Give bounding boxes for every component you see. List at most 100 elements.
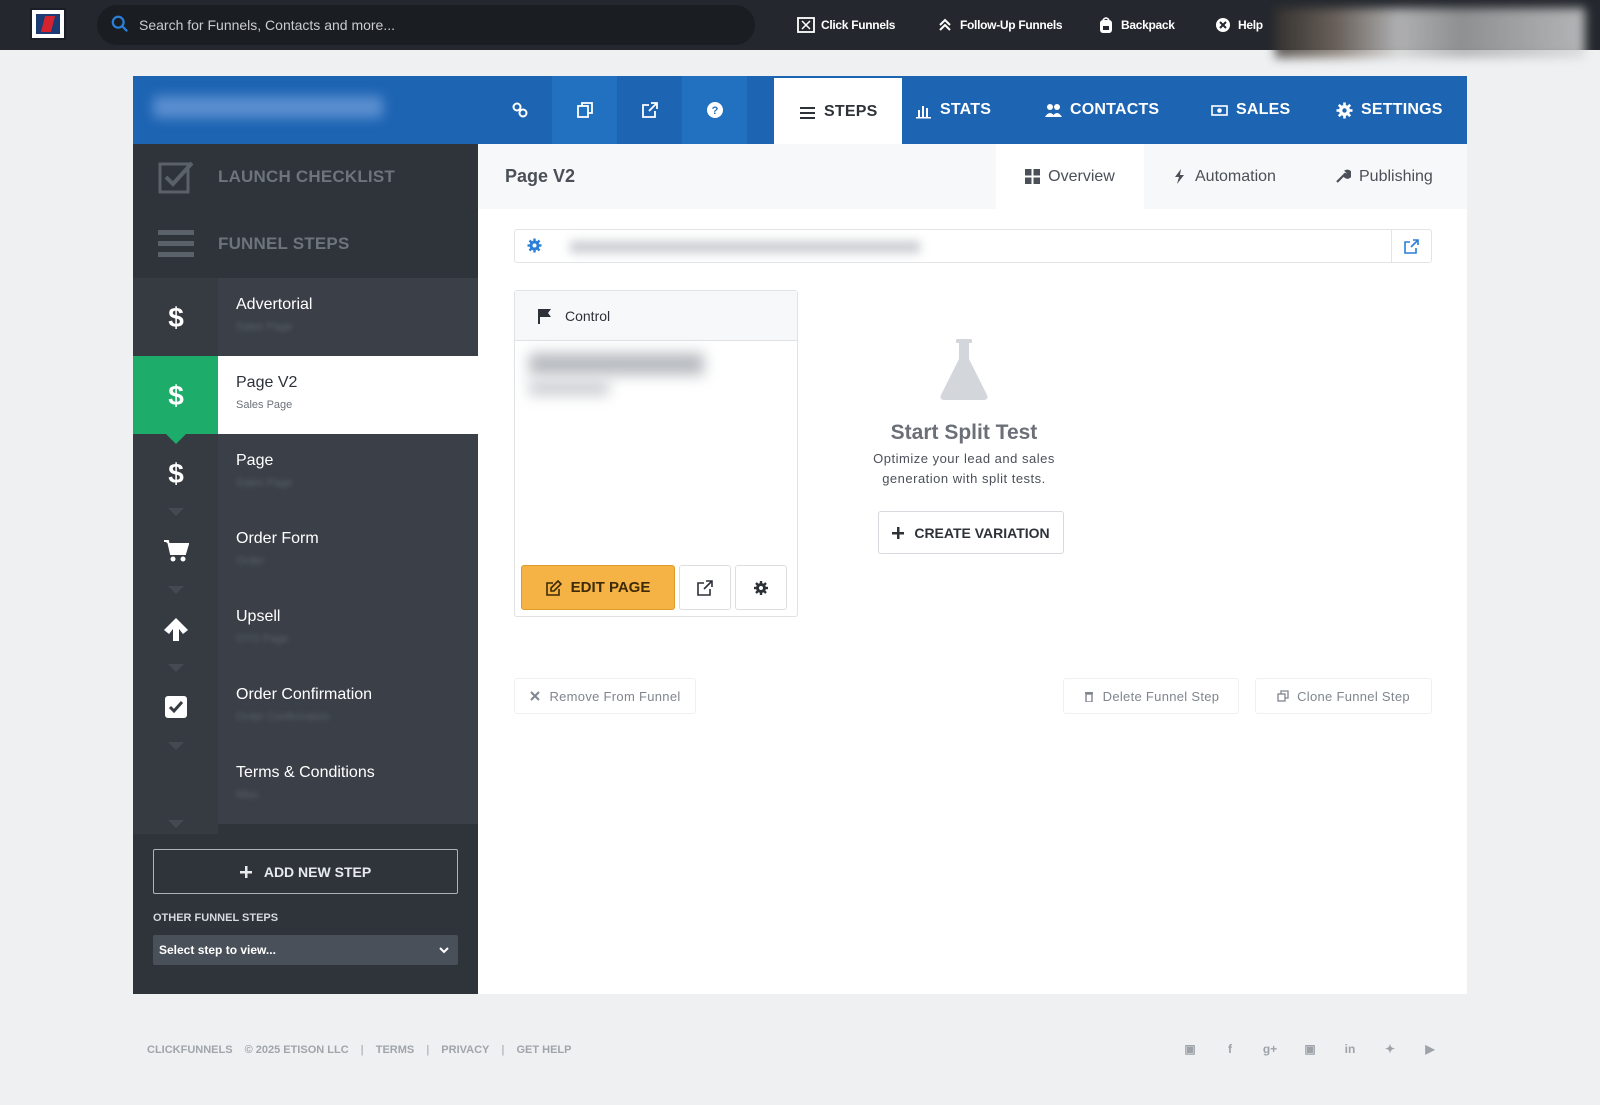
step-terms-conditions[interactable]: Terms & Conditions Misc [133, 746, 478, 824]
funnel-tools: ? [487, 76, 773, 144]
delete-funnel-step-button[interactable]: Delete Funnel Step [1063, 678, 1239, 714]
open-funnel-button[interactable] [617, 76, 682, 144]
user-profile[interactable] [1275, 8, 1585, 58]
create-variation-button[interactable]: CREATE VARIATION [878, 511, 1064, 554]
double-chevron-up-icon [939, 18, 951, 31]
tab-settings[interactable]: SETTINGS [1336, 76, 1443, 144]
top-bar: Search for Funnels, Contacts and more...… [0, 0, 1600, 58]
chevron-down-icon [439, 947, 449, 954]
other-funnel-steps-label: OTHER FUNNEL STEPS [153, 912, 279, 924]
footer-link-help[interactable]: GET HELP [516, 1044, 571, 1056]
arrow-up-icon [163, 618, 188, 641]
tab-steps[interactable]: STEPS [774, 78, 903, 146]
funnel-header: ? STEPS STATS CONTACTS SALES SETTINGS [133, 76, 1467, 146]
add-new-step-button[interactable]: ADD NEW STEP [153, 849, 458, 894]
tab-stats[interactable]: STATS [915, 76, 991, 144]
step-order-confirmation[interactable]: Order Confirmation Order Confirmation [133, 668, 478, 746]
open-url-button[interactable] [1391, 230, 1431, 262]
preview-page-button[interactable] [679, 565, 731, 610]
close-icon [530, 691, 541, 701]
footer-brand: CLICKFUNNELS [147, 1044, 233, 1056]
bar-chart-icon [916, 105, 931, 118]
control-variation-card: Control EDIT PAGE [514, 290, 798, 617]
copy-icon [576, 102, 593, 118]
tab-publishing[interactable]: Publishing [1336, 144, 1433, 209]
clone-funnel-step-button[interactable]: Clone Funnel Step [1255, 678, 1432, 714]
copy-icon [1277, 690, 1289, 702]
clickfunnels-icon [797, 17, 815, 33]
footer-link-privacy[interactable]: PRIVACY [441, 1044, 489, 1056]
gear-icon[interactable] [527, 238, 542, 253]
linkedin-icon[interactable]: in [1342, 1041, 1358, 1057]
tab-automation[interactable]: Automation [1172, 144, 1276, 209]
page-url-bar[interactable] [514, 229, 1432, 263]
rss-icon[interactable]: ▣ [1182, 1041, 1198, 1057]
users-icon [1045, 103, 1062, 117]
link-button[interactable] [487, 76, 552, 144]
list-icon [800, 106, 815, 119]
sidebar: LAUNCH CHECKLIST FUNNEL STEPS $ Advertor… [133, 144, 478, 994]
svg-text:$: $ [168, 302, 184, 333]
clickfunnels-logo[interactable] [30, 8, 66, 40]
launch-checklist[interactable]: LAUNCH CHECKLIST [133, 144, 478, 210]
page-preview-thumbnail[interactable] [529, 353, 704, 375]
split-test-panel: Start Split Test Optimize your lead and … [834, 339, 1094, 489]
step-advertorial[interactable]: $ Advertorial Sales Page [133, 278, 478, 356]
external-link-icon [697, 579, 713, 596]
youtube-icon[interactable]: ▶ [1422, 1041, 1438, 1057]
tab-contacts[interactable]: CONTACTS [1045, 76, 1159, 144]
bolt-icon [1175, 169, 1184, 184]
other-steps-select[interactable]: Select step to view... [153, 935, 458, 965]
footer-copyright: © 2025 ETISON LLC [244, 1044, 349, 1056]
step-page[interactable]: $ Page Sales Page [133, 434, 478, 512]
tab-sales[interactable]: SALES [1211, 76, 1290, 144]
nav-click-funnels[interactable]: Click Funnels [797, 16, 895, 34]
step-connector [168, 508, 184, 518]
dollar-icon: $ [168, 302, 184, 333]
footer-link-terms[interactable]: TERMS [376, 1044, 415, 1056]
main-panel: Page V2 Overview Automation Publishing C… [478, 144, 1467, 994]
funnel-help-button[interactable]: ? [682, 76, 747, 144]
step-connector [168, 742, 184, 752]
funnel-name[interactable] [153, 96, 383, 118]
dollar-icon: $ [168, 458, 184, 489]
google-plus-icon[interactable]: g+ [1262, 1041, 1278, 1057]
plus-icon [892, 526, 905, 539]
external-link-icon [641, 102, 658, 118]
checklist-icon [158, 161, 193, 194]
nav-backpack[interactable]: Backpack [1097, 16, 1175, 34]
facebook-icon[interactable]: f [1222, 1041, 1238, 1057]
step-upsell[interactable]: Upsell OTO Page [133, 590, 478, 668]
gear-icon [754, 580, 768, 595]
step-page-v2[interactable]: $ Page V2 Sales Page [133, 356, 478, 444]
step-subheader: Page V2 Overview Automation Publishing [478, 144, 1467, 209]
copy-button[interactable] [552, 76, 617, 144]
flask-icon [940, 339, 988, 400]
gear-icon [1336, 102, 1353, 118]
search-input[interactable]: Search for Funnels, Contacts and more... [139, 17, 395, 33]
wrench-icon [1336, 169, 1351, 183]
nav-follow-up-funnels[interactable]: Follow-Up Funnels [936, 16, 1063, 34]
help-icon [1216, 18, 1230, 32]
cart-icon [163, 540, 189, 562]
tab-overview[interactable]: Overview [996, 144, 1144, 209]
twitter-icon[interactable]: ✦ [1382, 1041, 1398, 1057]
instagram-icon[interactable]: ▣ [1302, 1041, 1318, 1057]
external-link-icon [1404, 238, 1419, 254]
global-search[interactable]: Search for Funnels, Contacts and more... [97, 5, 755, 45]
page-preview-thumbnail[interactable] [529, 381, 609, 395]
nav-help[interactable]: Help [1214, 16, 1263, 34]
edit-page-button[interactable]: EDIT PAGE [521, 565, 675, 610]
funnel-steps-header: FUNNEL STEPS [133, 211, 478, 277]
page-settings-button[interactable] [735, 565, 787, 610]
remove-from-funnel-button[interactable]: Remove From Funnel [514, 678, 696, 714]
step-order-form[interactable]: Order Form Order [133, 512, 478, 590]
checkbox-icon [164, 696, 187, 718]
svg-text:$: $ [168, 380, 184, 411]
control-header: Control [515, 291, 797, 341]
list-icon [157, 230, 194, 257]
money-icon [1211, 104, 1228, 116]
page-url[interactable] [570, 241, 920, 253]
dollar-icon: $ [168, 380, 184, 411]
split-test-description: Optimize your lead and sales generation … [873, 451, 1055, 486]
